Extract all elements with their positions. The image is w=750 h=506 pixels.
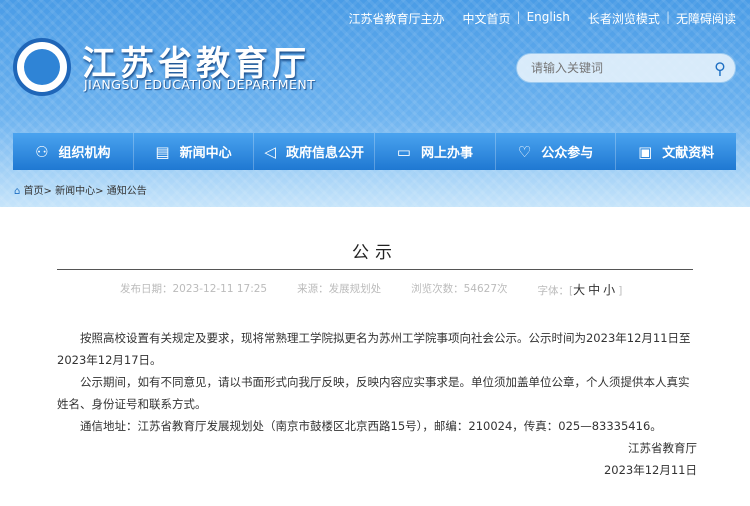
document-icon: ▤ bbox=[155, 142, 170, 161]
breadcrumb-home[interactable]: 首页> bbox=[24, 186, 52, 197]
site-header: 江苏省教育厅主办 中文首页 | English 长者浏览模式 | 无障碍阅读 江… bbox=[0, 0, 750, 210]
host-label: 江苏省教育厅主办 bbox=[348, 12, 445, 26]
nav-item-news[interactable]: ▤ 新闻中心 bbox=[134, 133, 255, 170]
main-nav: ⚇ 组织机构 ▤ 新闻中心 ◁ 政府信息公开 ▭ 网上办事 ♡ 公众参与 ▣ 文献资料 bbox=[13, 133, 736, 170]
site-subtitle: JIANGSU EDUCATION DEPARTMENT bbox=[84, 77, 316, 92]
page-title: 公示 bbox=[352, 243, 398, 263]
nav-label: 组织机构 bbox=[58, 146, 111, 161]
nav-label: 文献资料 bbox=[662, 146, 715, 161]
article-body: 按照高校设置有关规定及要求，现将常熟理工学院拟更名为苏州工学院事项向社会公示。公… bbox=[57, 327, 697, 481]
nav-item-public-participation[interactable]: ♡ 公众参与 bbox=[496, 133, 617, 170]
breadcrumb-news[interactable]: 新闻中心> bbox=[55, 186, 103, 197]
title-divider bbox=[57, 269, 693, 270]
breadcrumb-notices[interactable]: 通知公告 bbox=[107, 186, 147, 197]
paragraph: 按照高校设置有关规定及要求，现将常熟理工学院拟更名为苏州工学院事项向社会公示。公… bbox=[57, 331, 691, 367]
signature: 江苏省教育厅 bbox=[628, 441, 697, 455]
heart-icon: ♡ bbox=[517, 142, 532, 161]
font-size-control: 字体：[大中小] bbox=[538, 281, 623, 298]
paragraph: 通信地址：江苏省教育厅发展规划处（南京市鼓楼区北京西路15号），邮编：21002… bbox=[80, 419, 662, 433]
view-count: 浏览次数：54627次 bbox=[411, 283, 508, 295]
accessible-link[interactable]: 无障碍阅读 bbox=[676, 10, 736, 27]
home-link[interactable]: 中文首页 bbox=[463, 10, 511, 27]
monitor-icon: ▭ bbox=[396, 142, 411, 161]
archive-icon: ▣ bbox=[638, 142, 653, 161]
article-meta: 发布日期：2023-12-11 17:25 来源：发展规划处 浏览次数：5462… bbox=[120, 281, 622, 298]
english-link[interactable]: English bbox=[527, 10, 570, 27]
nav-item-documents[interactable]: ▣ 文献资料 bbox=[616, 133, 736, 170]
separator: | bbox=[516, 10, 521, 24]
elderly-mode-link[interactable]: 长者浏览模式 bbox=[588, 10, 660, 27]
search-box: ⚲ bbox=[516, 53, 736, 83]
font-small-button[interactable]: 小 bbox=[603, 283, 618, 297]
source: 来源：发展规划处 bbox=[297, 283, 382, 295]
font-label: 字体：[ bbox=[537, 285, 574, 297]
publish-date: 发布日期：2023-12-11 17:25 bbox=[120, 283, 268, 295]
font-medium-button[interactable]: 中 bbox=[588, 283, 603, 297]
paragraph: 公示期间，如有不同意见，请以书面形式向我厅反映，反映内容应实事求是。单位须加盖单… bbox=[57, 375, 690, 411]
nav-label: 网上办事 bbox=[420, 146, 473, 161]
nav-label: 政府信息公开 bbox=[285, 146, 364, 161]
home-icon: ⌂ bbox=[14, 186, 21, 197]
search-icon[interactable]: ⚲ bbox=[705, 59, 735, 78]
nav-item-info-disclosure[interactable]: ◁ 政府信息公开 bbox=[254, 133, 376, 170]
nav-label: 新闻中心 bbox=[179, 146, 232, 161]
nav-item-organization[interactable]: ⚇ 组织机构 bbox=[13, 133, 134, 170]
font-large-button[interactable]: 大 bbox=[573, 283, 588, 297]
logo-emblem[interactable] bbox=[13, 38, 71, 96]
nav-item-online-services[interactable]: ▭ 网上办事 bbox=[375, 133, 496, 170]
org-chart-icon: ⚇ bbox=[35, 142, 49, 161]
signature-date: 2023年12月11日 bbox=[603, 463, 697, 477]
top-links: 江苏省教育厅主办 中文首页 | English 长者浏览模式 | 无障碍阅读 bbox=[349, 10, 737, 27]
separator: | bbox=[665, 10, 670, 24]
nav-label: 公众参与 bbox=[541, 146, 594, 161]
breadcrumb: ⌂ 首页> 新闻中心> 通知公告 bbox=[14, 182, 147, 197]
search-input[interactable] bbox=[517, 61, 705, 75]
info-icon: ◁ bbox=[264, 142, 276, 161]
font-bracket: ] bbox=[618, 285, 623, 297]
